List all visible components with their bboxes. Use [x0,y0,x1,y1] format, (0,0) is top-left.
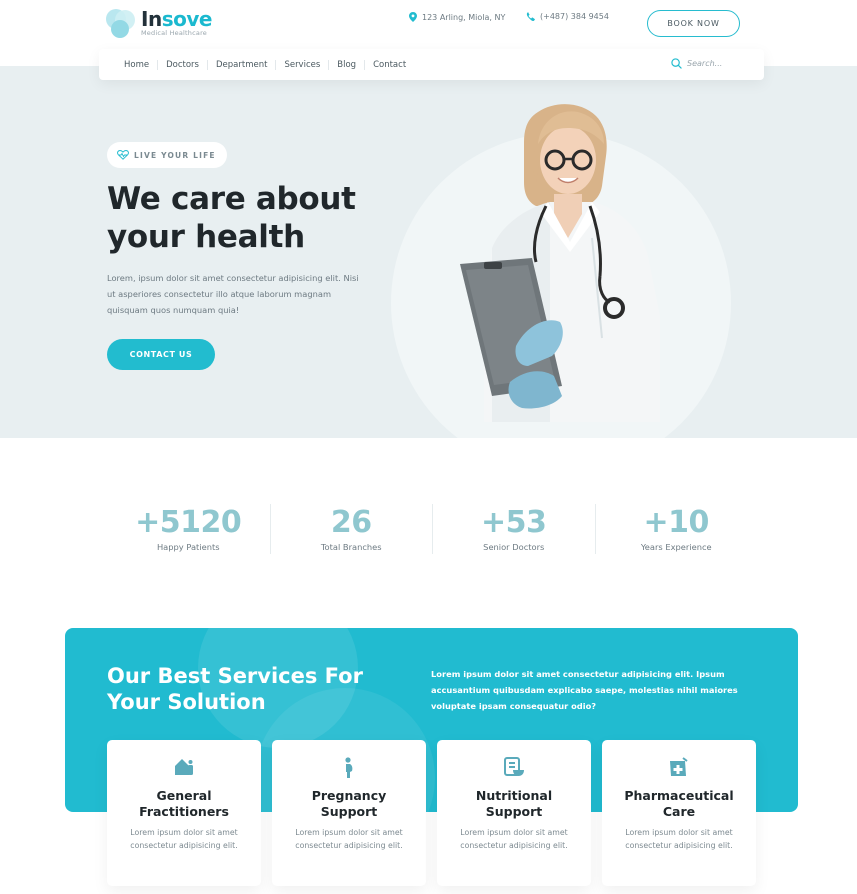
pregnant-icon [345,757,353,778]
nav-item-doctors[interactable]: Doctors [157,59,207,70]
pharmacy-icon [670,757,688,776]
nav-item-services[interactable]: Services [275,59,328,70]
hero-description: Lorem, ipsum dolor sit amet consectetur … [107,273,359,315]
card-title: Pregnancy Support [311,788,387,819]
card-title: Pharmaceutical Care [624,788,734,819]
card-title: General Fractitioners [139,788,229,819]
location-pin-icon [409,12,417,22]
main-navbar: Home Doctors Department Services Blog Co… [99,49,764,80]
stat-item: +53 Senior Doctors [432,504,595,554]
stat-label: Senior Doctors [483,542,545,552]
hero-title: We care about your health [107,181,356,255]
logo[interactable]: Insove Medical Healthcare [106,9,212,39]
hero-badge-label: LIVE YOUR LIFE [134,150,216,160]
service-card-pregnancy[interactable]: Pregnancy Support Lorem ipsum dolor sit … [272,740,426,886]
stat-label: Happy Patients [156,542,220,552]
hero-section: LIVE YOUR LIFE We care about your health… [0,66,857,438]
nav-list: Home Doctors Department Services Blog Co… [116,59,414,70]
services-title: Our Best Services For Your Solution [107,664,363,714]
search-icon[interactable] [671,58,682,69]
logo-tagline: Medical Healthcare [141,29,207,37]
doctor-illustration [460,104,660,422]
search-input[interactable]: Search... [687,59,722,68]
address-info: 123 Arling, Miola, NY [409,12,505,22]
stats-row: +5120 Happy Patients 26 Total Branches +… [107,504,757,554]
stat-value: +53 [481,505,547,540]
services-description: Lorem ipsum dolor sit amet consectetur a… [431,669,738,711]
logo-name: Insove [141,7,212,31]
phone-info[interactable]: (+487) 384 9454 [526,12,609,21]
logo-mark-icon [106,9,138,39]
card-text: Lorem ipsum dolor sit amet consectetur a… [460,828,568,850]
phone-text: (+487) 384 9454 [540,12,609,21]
card-text: Lorem ipsum dolor sit amet consectetur a… [625,828,733,850]
service-card-nutrition[interactable]: Nutritional Support Lorem ipsum dolor si… [437,740,591,886]
contact-us-button[interactable]: CONTACT US [107,339,215,370]
stat-item: 26 Total Branches [269,504,433,554]
card-title: Nutritional Support [475,788,553,819]
stat-item: +10 Years Experience [594,504,758,554]
heartbeat-icon [117,150,129,160]
nav-item-blog[interactable]: Blog [328,59,364,70]
stat-value: +10 [643,505,710,540]
service-card-pharmacy[interactable]: Pharmaceutical Care Lorem ipsum dolor si… [602,740,756,886]
stat-label: Total Branches [320,542,382,552]
nav-item-department[interactable]: Department [207,59,275,70]
service-cards: General Fractitioners Lorem ipsum dolor … [107,740,756,886]
card-text: Lorem ipsum dolor sit amet consectetur a… [130,828,238,850]
nav-item-home[interactable]: Home [116,60,157,70]
hero-badge: LIVE YOUR LIFE [107,142,227,168]
search-box[interactable]: Search... [671,58,722,69]
stat-label: Years Experience [640,542,712,552]
nav-item-contact[interactable]: Contact [364,59,414,70]
phone-icon [526,12,535,21]
stat-value: +5120 [135,505,242,540]
stat-item: +5120 Happy Patients [107,504,270,554]
service-card-general[interactable]: General Fractitioners Lorem ipsum dolor … [107,740,261,886]
stat-value: 26 [330,505,372,540]
address-text: 123 Arling, Miola, NY [422,12,506,22]
card-text: Lorem ipsum dolor sit amet consectetur a… [295,828,403,850]
book-now-button[interactable]: BOOK NOW [647,10,740,37]
house-icon [175,759,193,775]
nutrition-icon [504,757,524,776]
